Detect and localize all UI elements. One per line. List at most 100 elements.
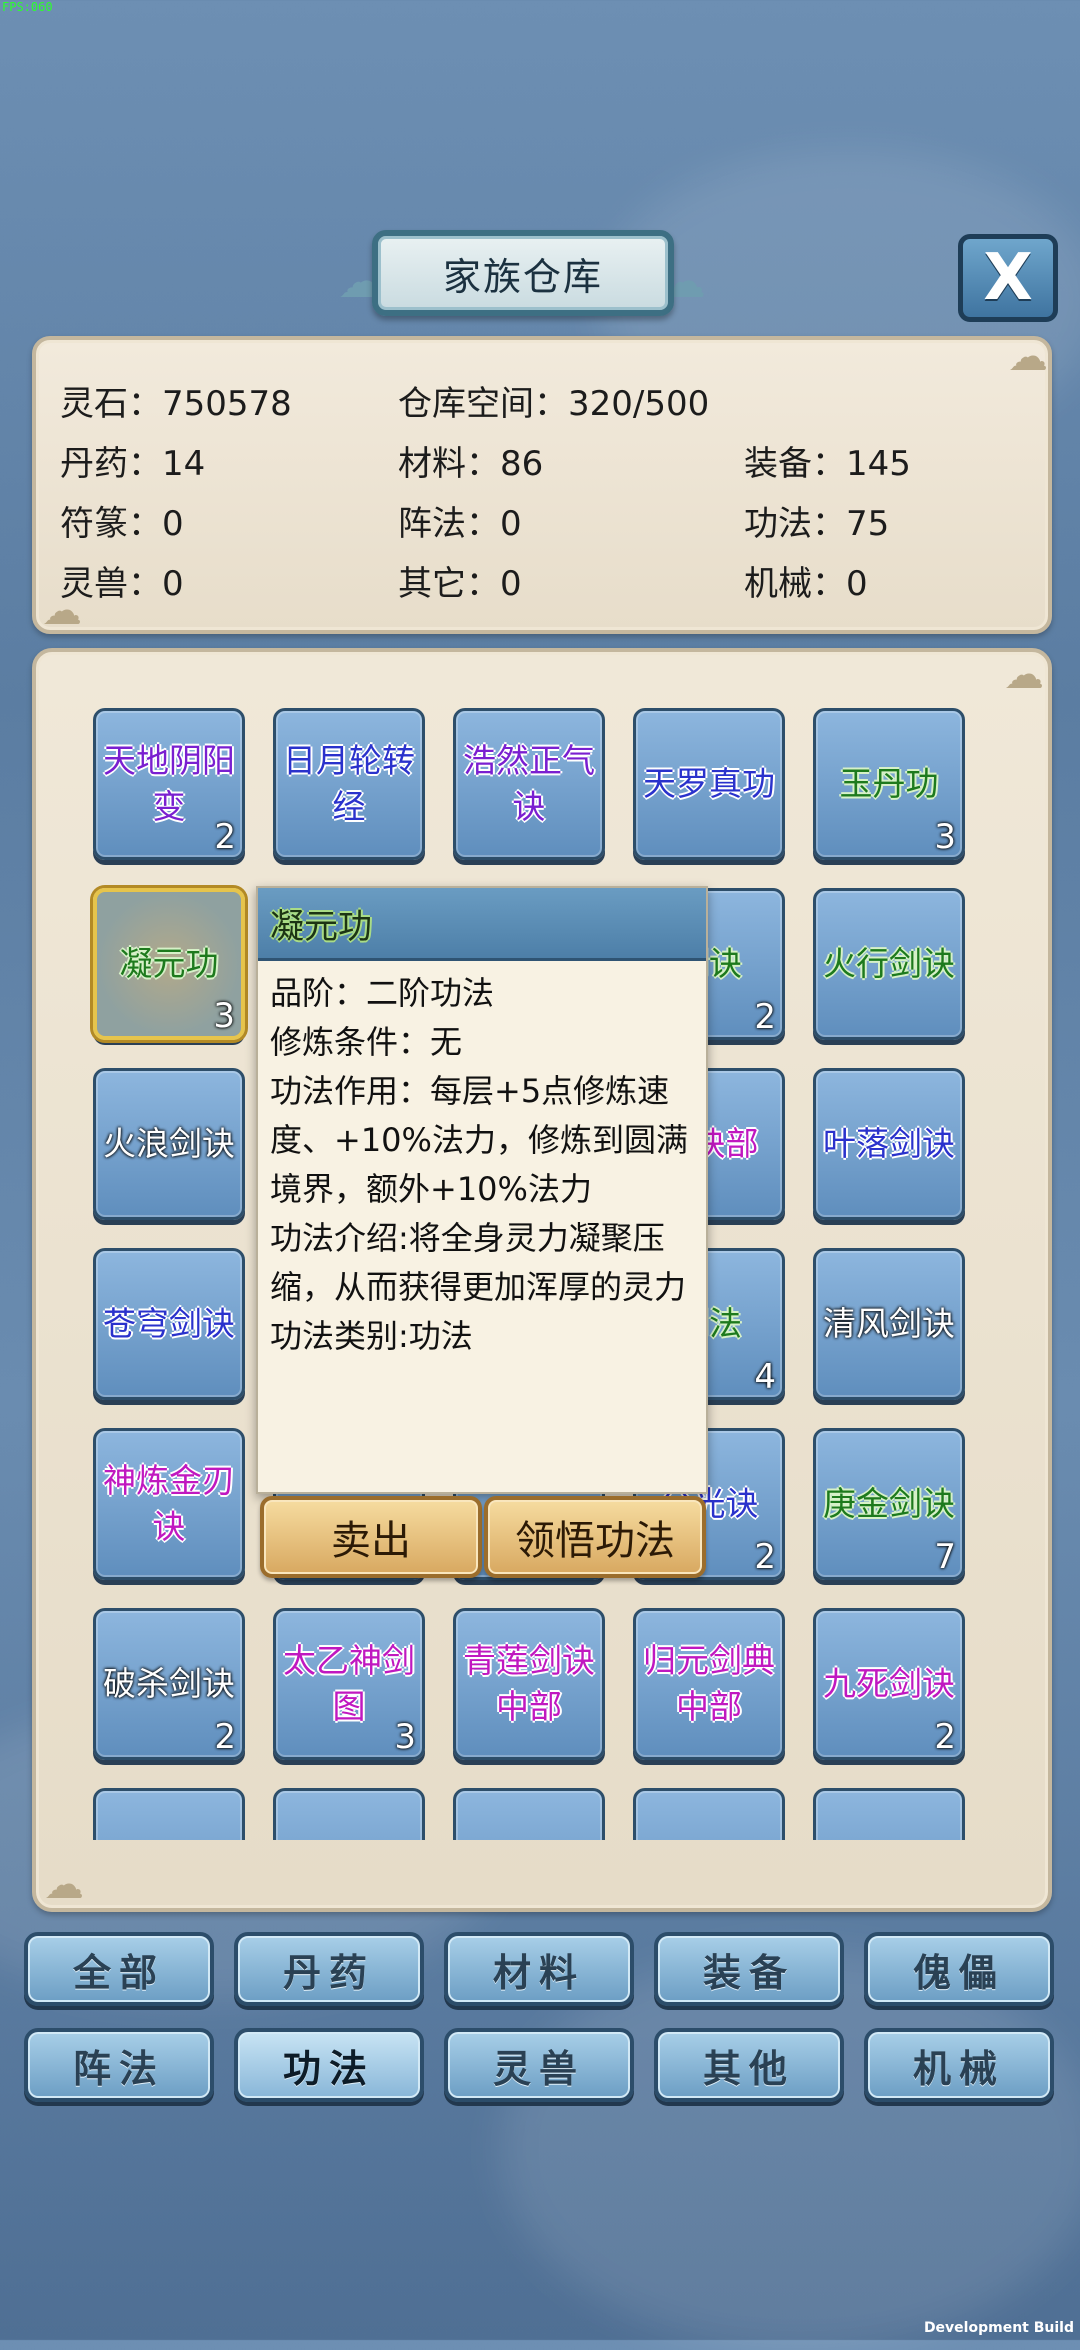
item-count: 3	[934, 817, 956, 857]
item-slot-selected[interactable]: 凝元功 3	[93, 888, 245, 1040]
item-slot[interactable]: 天地阴阳变 2	[93, 708, 245, 860]
stat-item: 其它：0	[398, 556, 522, 605]
item-slot[interactable]	[273, 1788, 425, 1840]
stat-label: 符篆：	[60, 504, 162, 544]
stat-item: 阵法：0	[398, 496, 522, 545]
item-count: 2	[214, 817, 236, 857]
item-name: 清风剑诀	[823, 1304, 955, 1343]
item-count: 4	[754, 1357, 776, 1397]
stat-item: 装备：145	[744, 436, 911, 485]
stat-value: 0	[162, 564, 184, 604]
stat-value: 0	[500, 504, 522, 544]
fps-counter: FPS:060	[2, 0, 53, 14]
tooltip-title: 凝元功	[258, 888, 706, 961]
stat-value: 0	[846, 564, 868, 604]
item-name: 神炼金刃诀	[103, 1461, 235, 1546]
stat-label: 功法：	[744, 504, 846, 544]
stat-value: 75	[846, 504, 890, 544]
item-slot[interactable]: 青莲剑诀中部	[453, 1608, 605, 1760]
item-slot[interactable]: 日月轮转经	[273, 708, 425, 860]
item-slot[interactable]: 天罗真功	[633, 708, 785, 860]
item-name: 叶落剑诀	[823, 1124, 955, 1163]
item-slot[interactable]: 归元剑典中部	[633, 1608, 785, 1760]
close-button[interactable]: X	[958, 234, 1058, 322]
stat-value: 320/500	[568, 384, 710, 424]
stat-item: 功法：75	[744, 496, 889, 545]
stat-label: 阵法：	[398, 504, 500, 544]
item-count: 3	[213, 996, 235, 1036]
stat-value: 0	[500, 564, 522, 604]
stat-value: 86	[500, 444, 544, 484]
item-slot[interactable]: 神炼金刃诀	[93, 1428, 245, 1580]
stat-value: 0	[162, 504, 184, 544]
item-name: 浩然正气诀	[463, 741, 595, 826]
stat-label: 机械：	[744, 564, 846, 604]
item-slot[interactable]: 浩然正气诀	[453, 708, 605, 860]
stat-label: 丹药：	[60, 444, 162, 484]
cloud-corner-icon: ☁	[1004, 652, 1044, 698]
item-count: 2	[754, 997, 776, 1037]
item-slot[interactable]: 火行剑诀	[813, 888, 965, 1040]
tab-9[interactable]: 其他	[654, 2028, 844, 2102]
item-slot[interactable]	[93, 1788, 245, 1840]
learn-technique-button[interactable]: 领悟功法	[484, 1496, 706, 1578]
tooltip-line: 功法介绍:将全身灵力凝聚压缩，从而获得更加浑厚的灵力	[270, 1219, 687, 1306]
tooltip-body: 品阶：二阶功法 修炼条件：无 功法作用：每层+5点修炼速度、+10%法力，修炼到圆满…	[258, 961, 706, 1369]
item-count: 7	[934, 1537, 956, 1577]
item-name: 日月轮转经	[283, 741, 415, 826]
cloud-corner-icon: ☁	[1008, 334, 1048, 380]
tab-3[interactable]: 材料	[444, 1932, 634, 2006]
stat-item: 材料：86	[398, 436, 543, 485]
stat-label: 装备：	[744, 444, 846, 484]
item-name: 庚金剑诀	[823, 1484, 955, 1523]
item-tooltip: 凝元功 品阶：二阶功法 修炼条件：无 功法作用：每层+5点修炼速度、+10%法力，修…	[256, 886, 708, 1494]
tab-8[interactable]: 灵兽	[444, 2028, 634, 2102]
stat-label: 灵兽：	[60, 564, 162, 604]
stat-item: 丹药：14	[60, 436, 205, 485]
tab-1[interactable]: 全部	[24, 1932, 214, 2006]
item-count: 3	[394, 1717, 416, 1757]
tab-7[interactable]: 功法	[234, 2028, 424, 2102]
item-name: 火浪剑诀	[103, 1124, 235, 1163]
tab-4[interactable]: 装备	[654, 1932, 844, 2006]
sell-button[interactable]: 卖出	[260, 1496, 482, 1578]
item-slot[interactable]: 九死剑诀 2	[813, 1608, 965, 1760]
item-name: 九死剑诀	[823, 1664, 955, 1703]
tab-5[interactable]: 傀儡	[864, 1932, 1054, 2006]
stat-value: 14	[162, 444, 206, 484]
item-name: 玉丹功	[839, 764, 939, 803]
item-slot[interactable]: 玉丹功 3	[813, 708, 965, 860]
stat-item: 灵石：750578	[60, 376, 292, 425]
stat-item: 机械：0	[744, 556, 868, 605]
item-slot[interactable]: 叶落剑诀	[813, 1068, 965, 1220]
tooltip-line: 功法类别:功法	[270, 1317, 473, 1355]
stat-label: 材料：	[398, 444, 500, 484]
cloud-corner-icon: ☁	[44, 1862, 84, 1908]
item-name: 青莲剑诀中部	[463, 1641, 595, 1726]
item-slot[interactable]: 苍穹剑诀	[93, 1248, 245, 1400]
dev-build-label: Development Build	[923, 2320, 1074, 2336]
item-slot[interactable]: 破杀剑诀 2	[93, 1608, 245, 1760]
item-slot[interactable]: 火浪剑诀	[93, 1068, 245, 1220]
tab-2[interactable]: 丹药	[234, 1932, 424, 2006]
stat-label: 仓库空间：	[398, 384, 568, 424]
item-slot[interactable]: 太乙神剑图 3	[273, 1608, 425, 1760]
stat-item: 符篆：0	[60, 496, 184, 545]
item-slot[interactable]	[633, 1788, 785, 1840]
item-name: 归元剑典中部	[643, 1641, 775, 1726]
item-slot[interactable]	[453, 1788, 605, 1840]
page-title: 家族仓库	[372, 230, 674, 316]
item-slot[interactable]: 清风剑诀	[813, 1248, 965, 1400]
item-name: 天罗真功	[643, 764, 775, 803]
item-count: 2	[214, 1717, 236, 1757]
item-slot[interactable]: 庚金剑诀 7	[813, 1428, 965, 1580]
item-count: 2	[934, 1717, 956, 1757]
stat-label: 灵石：	[60, 384, 162, 424]
item-count: 2	[754, 1537, 776, 1577]
tab-10[interactable]: 机械	[864, 2028, 1054, 2102]
item-name: 苍穹剑诀	[103, 1304, 235, 1343]
stat-label: 其它：	[398, 564, 500, 604]
tab-6[interactable]: 阵法	[24, 2028, 214, 2102]
item-slot[interactable]: 青莲剑诀	[813, 1788, 965, 1840]
stat-value: 750578	[162, 384, 292, 424]
